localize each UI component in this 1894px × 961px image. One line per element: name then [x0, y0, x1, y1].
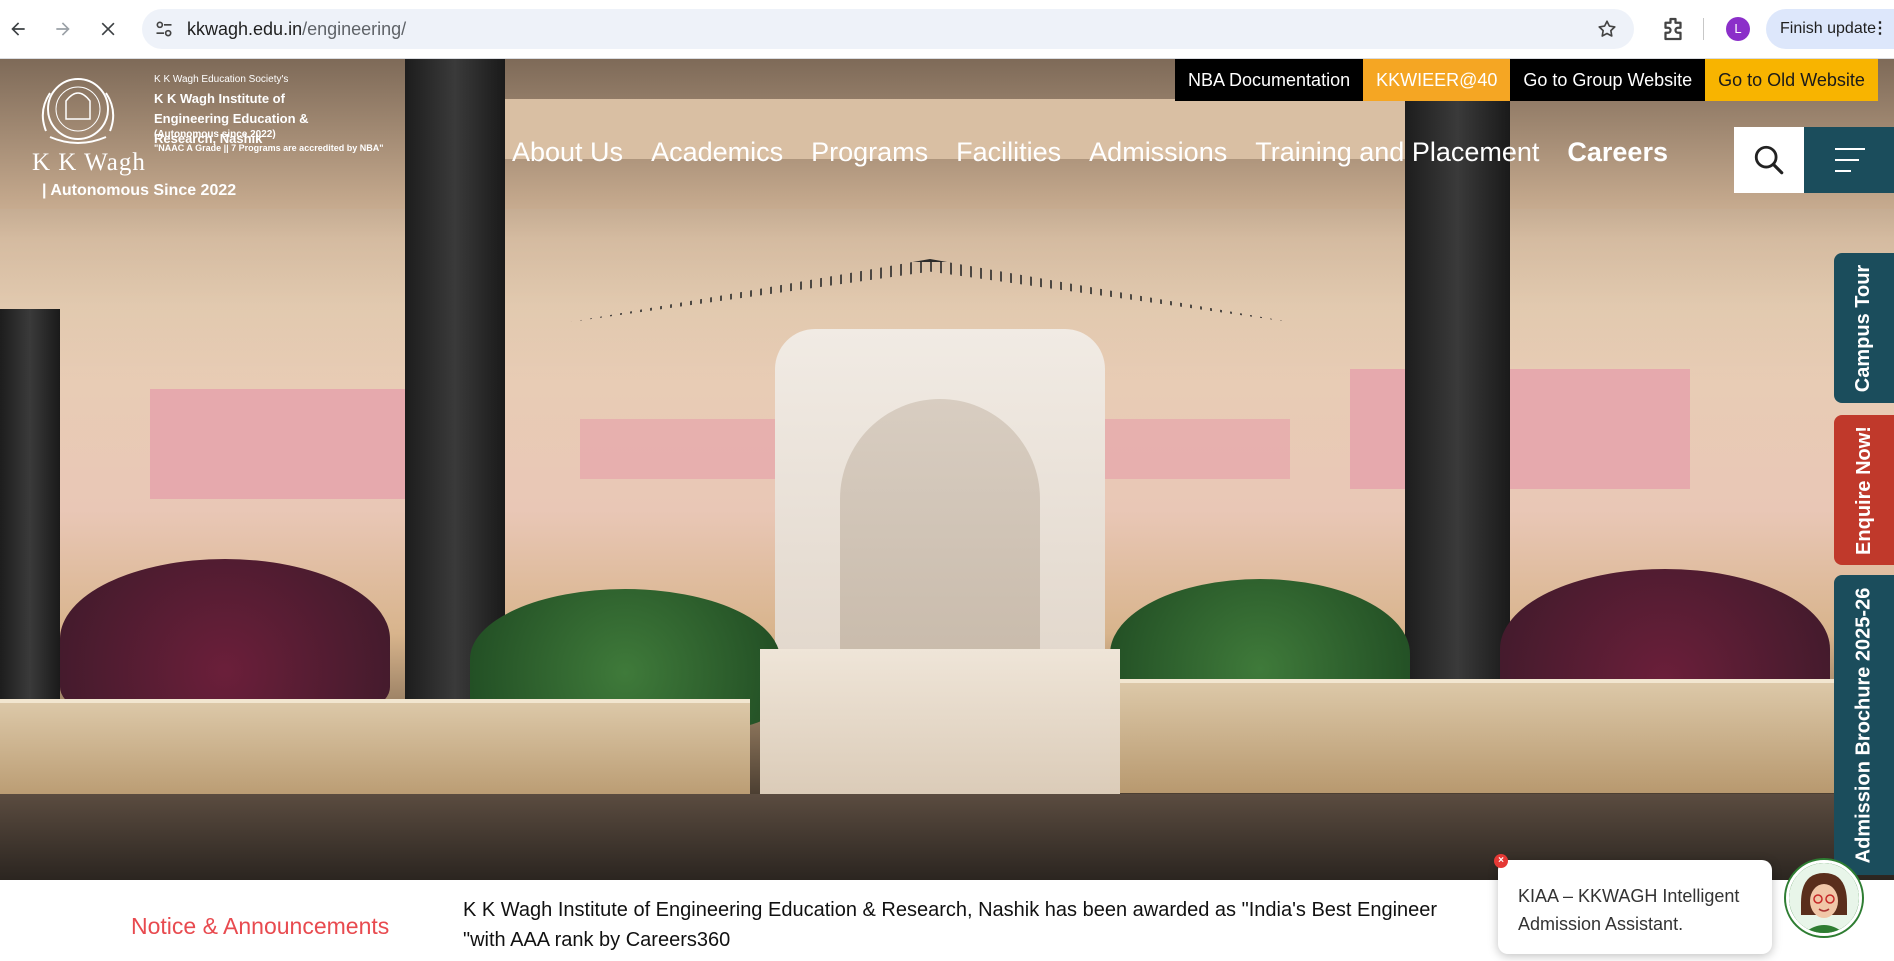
- back-icon[interactable]: [0, 11, 36, 47]
- nba-documentation-link[interactable]: NBA Documentation: [1175, 59, 1364, 101]
- nav-facilities[interactable]: Facilities: [956, 137, 1061, 168]
- nav-programs[interactable]: Programs: [811, 137, 928, 168]
- hero-wall-right: [1350, 369, 1690, 489]
- url-path: /engineering/: [302, 19, 407, 39]
- hero-pillar-left: [405, 59, 505, 699]
- enquire-now-label: Enquire Now!: [1852, 425, 1875, 555]
- notice-line-2: "with AAA rank by Careers360: [463, 929, 731, 951]
- nav-academics[interactable]: Academics: [651, 137, 783, 168]
- logo-autonomous: (Autonomous since 2022): [154, 129, 276, 140]
- hamburger-menu-icon: [1835, 148, 1865, 172]
- search-icon: [1754, 145, 1784, 175]
- logo-naac: "NAAC A Grade || 7 Programs are accredit…: [154, 143, 384, 153]
- admission-brochure-tab[interactable]: Admission Brochure 2025-26: [1834, 575, 1894, 875]
- bookmark-star-icon[interactable]: [1596, 18, 1618, 40]
- group-website-link[interactable]: Go to Group Website: [1510, 59, 1706, 101]
- hero-planter-right: [1120, 679, 1834, 793]
- nav-about-us[interactable]: About Us: [512, 137, 623, 168]
- notice-title[interactable]: Notice & Announcements: [131, 913, 389, 940]
- logo-society: K K Wagh Education Society's: [154, 74, 289, 85]
- hero-railing: [570, 259, 1290, 322]
- logo-autonomous-since: | Autonomous Since 2022: [42, 182, 237, 199]
- url-text[interactable]: kkwagh.edu.in/engineering/: [187, 19, 406, 40]
- chat-bubble-text: KIAA – KKWAGH Intelligent Admission Assi…: [1518, 886, 1740, 934]
- enquire-now-tab[interactable]: Enquire Now!: [1834, 415, 1894, 565]
- site-logo[interactable]: K K Wagh K K Wagh Education Society's K …: [32, 67, 412, 199]
- campus-tour-tab[interactable]: Campus Tour: [1834, 253, 1894, 403]
- logo-wordmark: K K Wagh: [32, 149, 146, 176]
- page: K K Wagh K K Wagh Education Society's K …: [0, 59, 1894, 961]
- url-host: kkwagh.edu.in: [187, 19, 303, 39]
- logo-emblem-icon: [41, 78, 115, 144]
- menu-button[interactable]: [1804, 127, 1894, 193]
- more-vert-icon[interactable]: ⋮: [1872, 9, 1888, 49]
- toolbar-divider: [1703, 18, 1704, 40]
- kkwieer40-link[interactable]: KKWIEER@40: [1363, 59, 1511, 101]
- stop-loading-icon[interactable]: [90, 11, 126, 47]
- assistant-face-icon: [1789, 863, 1859, 933]
- nav-training-placement[interactable]: Training and Placement: [1255, 137, 1539, 168]
- main-navigation: About Us Academics Programs Facilities A…: [512, 137, 1668, 168]
- chat-bubble[interactable]: KIAA – KKWAGH Intelligent Admission Assi…: [1498, 860, 1772, 954]
- site-info-icon[interactable]: [154, 19, 174, 39]
- nav-careers[interactable]: Careers: [1567, 137, 1668, 168]
- profile-avatar[interactable]: L: [1726, 17, 1750, 41]
- hero-planter-left: [0, 699, 750, 803]
- address-bar[interactable]: kkwagh.edu.in/engineering/: [142, 9, 1634, 49]
- forward-icon[interactable]: [45, 11, 81, 47]
- browser-toolbar: kkwagh.edu.in/engineering/ L Finish upda…: [0, 0, 1894, 59]
- hero-pillar-far-left: [0, 309, 60, 729]
- hero-temple-arch: [840, 399, 1040, 689]
- notice-ticker[interactable]: K K Wagh Institute of Engineering Educat…: [463, 895, 1503, 955]
- finish-update-button[interactable]: Finish update ⋮: [1766, 9, 1894, 49]
- notice-line-1: K K Wagh Institute of Engineering Educat…: [463, 899, 1438, 921]
- chat-close-icon[interactable]: ×: [1494, 854, 1508, 868]
- nav-admissions[interactable]: Admissions: [1089, 137, 1227, 168]
- hero-plants-left: [60, 559, 390, 719]
- search-button[interactable]: [1734, 127, 1804, 193]
- extensions-icon[interactable]: [1658, 14, 1688, 44]
- top-utility-links: NBA Documentation KKWIEER@40 Go to Group…: [1175, 59, 1878, 101]
- admission-brochure-label: Admission Brochure 2025-26: [1852, 587, 1875, 863]
- old-website-link[interactable]: Go to Old Website: [1705, 59, 1878, 101]
- campus-tour-label: Campus Tour: [1852, 264, 1875, 392]
- finish-update-label: Finish update: [1780, 20, 1877, 37]
- hero-temple-base: [760, 649, 1120, 809]
- logo-institute-name: K K Wagh Institute of Engineering Educat…: [154, 91, 309, 146]
- chat-assistant-avatar[interactable]: [1786, 860, 1862, 936]
